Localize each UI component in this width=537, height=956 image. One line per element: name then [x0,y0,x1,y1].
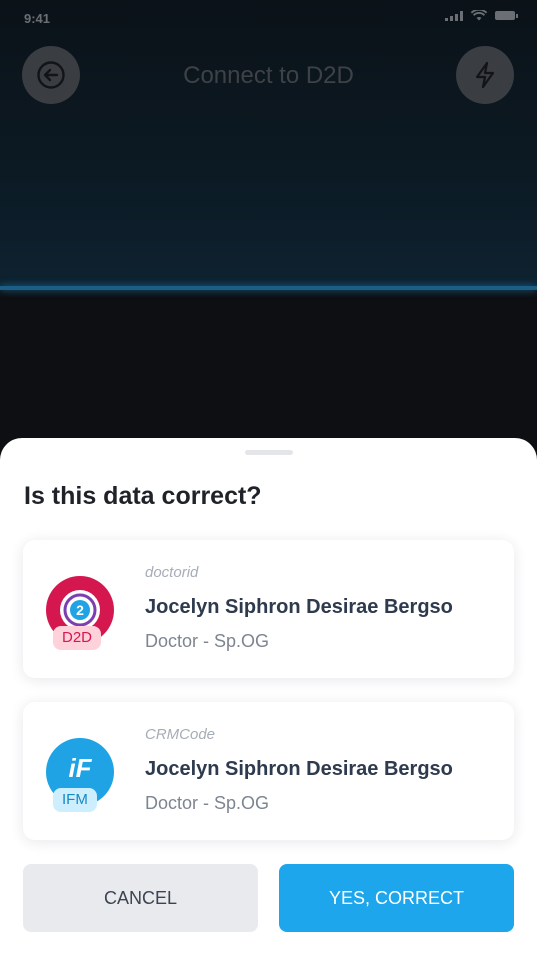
status-time: 9:41 [24,11,51,26]
wifi-icon [471,10,487,21]
cancel-button[interactable]: CANCEL [23,864,258,932]
scan-line [0,286,537,290]
confirm-button[interactable]: YES, CORRECT [279,864,514,932]
drag-handle[interactable] [245,450,293,455]
svg-text:2: 2 [76,602,84,618]
doctor-role: Doctor - Sp.OG [145,793,270,813]
doctor-role: Doctor - Sp.OG [145,631,270,651]
lightning-icon [475,61,495,89]
flash-button[interactable] [456,46,514,104]
sheet-title: Is this data correct? [24,482,262,510]
doctor-name: Jocelyn Siphron Desirae Bergso [145,758,453,780]
id-type-label: CRMCode [145,726,216,743]
status-bar: 9:41 [0,0,537,36]
confirmation-sheet: Is this data correct? 2 D2D doctorid Joc… [0,438,537,956]
signal-icon [445,10,463,21]
ifm-account-card: iF IFM CRMCode Jocelyn Siphron Desirae B… [23,702,514,840]
ifm-logo-text: iF [68,752,92,783]
d2d-logo-mark: 2 [60,590,100,630]
camera-scan-area [0,0,537,290]
doctor-name: Jocelyn Siphron Desirae Bergso [145,596,453,618]
status-icons [445,10,518,21]
id-type-label: doctorid [145,564,199,581]
d2d-account-card: 2 D2D doctorid Jocelyn Siphron Desirae B… [23,540,514,678]
battery-icon [495,11,518,20]
ifm-badge: IFM [53,788,97,812]
d2d-badge: D2D [53,626,102,650]
